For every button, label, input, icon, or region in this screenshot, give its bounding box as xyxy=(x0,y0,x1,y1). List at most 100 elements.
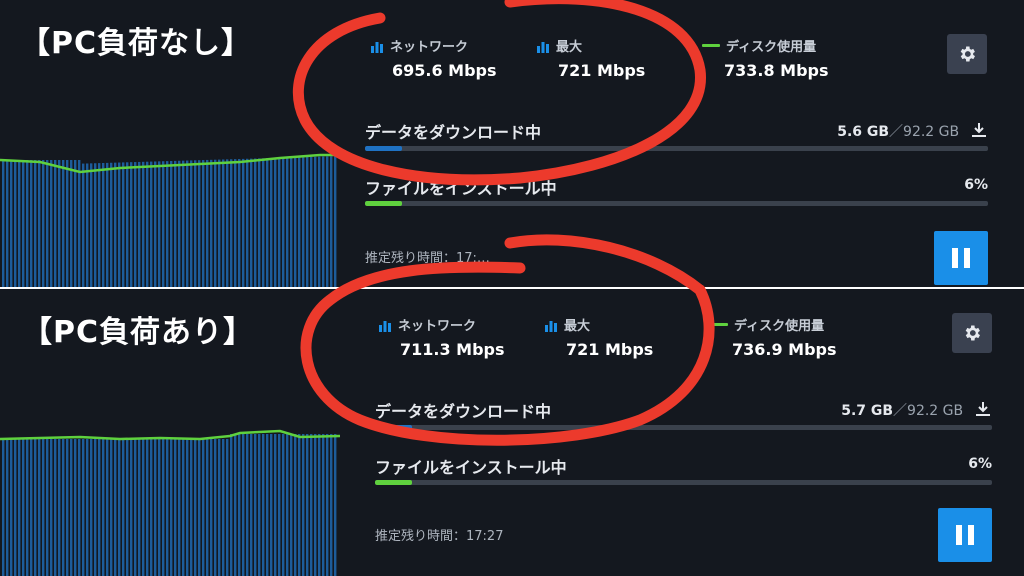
graph-bar xyxy=(58,439,61,576)
graph-bar xyxy=(310,156,313,287)
graph-bar xyxy=(334,156,337,287)
graph-bar xyxy=(122,439,125,576)
graph-bar xyxy=(98,439,101,576)
graph-bar xyxy=(186,160,189,287)
peak-stat: 最大 721 Mbps xyxy=(544,315,653,359)
network-value: 711.3 Mbps xyxy=(400,340,505,359)
graph-bar xyxy=(322,434,325,576)
graph-bar xyxy=(246,434,249,576)
download-progress xyxy=(365,146,988,151)
graph-bar xyxy=(58,160,61,287)
graph-bar xyxy=(142,439,145,576)
graph-bar xyxy=(14,439,17,576)
graph-bar xyxy=(238,159,241,287)
install-percent: 6% xyxy=(964,177,988,193)
graph-bar xyxy=(258,158,261,287)
graph-bar xyxy=(86,439,89,576)
graph-bar xyxy=(266,434,269,576)
graph-bar xyxy=(190,439,193,576)
network-label: ネットワーク xyxy=(390,40,469,55)
settings-button[interactable] xyxy=(947,34,987,74)
download-current: 5.6 GB xyxy=(837,124,890,140)
graph-bar xyxy=(166,439,169,576)
graph-bar xyxy=(38,439,41,576)
graph-bar xyxy=(234,159,237,287)
graph-bar xyxy=(174,439,177,576)
gear-icon xyxy=(960,46,975,62)
graph-bar xyxy=(278,434,281,576)
graph-bar xyxy=(78,439,81,576)
bar-chart-icon xyxy=(545,320,557,332)
graph-bar xyxy=(178,439,181,576)
graph-bar xyxy=(286,434,289,576)
gear-icon xyxy=(965,325,980,341)
graph-bar xyxy=(234,434,237,576)
graph-bar xyxy=(70,160,73,287)
graph-bar xyxy=(326,156,329,287)
eta-text: 推定残り時間：17:… xyxy=(365,251,490,266)
download-panel-no-load: 【PC負荷なし】 ネットワーク 695.6 Mbps 最大 721 Mbps デ… xyxy=(0,0,1024,287)
graph-bar xyxy=(126,439,129,576)
graph-bar xyxy=(238,434,241,576)
network-label: ネットワーク xyxy=(398,319,477,334)
download-size: 5.7 GB／92.2 GB xyxy=(841,400,992,420)
graph-bar xyxy=(74,439,77,576)
graph-bar xyxy=(38,160,41,287)
graph-bar xyxy=(102,439,105,576)
bar-chart-icon xyxy=(537,41,549,53)
graph-bar xyxy=(86,163,89,287)
graph-bar xyxy=(318,156,321,287)
install-progress xyxy=(365,201,988,206)
graph-bar xyxy=(250,158,253,287)
graph-bar xyxy=(322,156,325,287)
graph-bar xyxy=(154,161,157,287)
graph-bar xyxy=(122,162,125,287)
graph-bar xyxy=(138,439,141,576)
graph-bar xyxy=(246,158,249,287)
graph-bar xyxy=(310,434,313,576)
graph-bar xyxy=(242,158,245,287)
graph-bar xyxy=(62,160,65,287)
graph-bar xyxy=(150,161,153,287)
graph-bar xyxy=(18,160,21,287)
peak-label: 最大 xyxy=(556,40,583,55)
graph-bar xyxy=(174,160,177,287)
graph-bar xyxy=(226,439,229,576)
graph-bar xyxy=(198,439,201,576)
graph-bar xyxy=(110,162,113,287)
graph-bar xyxy=(22,439,25,576)
graph-bar xyxy=(154,439,157,576)
disk-value: 736.9 Mbps xyxy=(732,340,837,359)
graph-bar xyxy=(218,159,221,287)
overlay-label-with-load: 【PC負荷あり】 xyxy=(22,315,255,350)
settings-button[interactable] xyxy=(952,313,992,353)
graph-bar xyxy=(294,434,297,576)
graph-bar xyxy=(42,439,45,576)
install-progress xyxy=(375,480,992,485)
download-total: ／92.2 GB xyxy=(889,124,960,140)
disk-stat: ディスク使用量 736.9 Mbps xyxy=(710,315,837,359)
graph-bar xyxy=(210,439,213,576)
graph-bar xyxy=(74,160,77,287)
pause-button[interactable] xyxy=(934,231,988,285)
graph-bar xyxy=(198,160,201,287)
graph-bar xyxy=(334,434,337,576)
graph-bar xyxy=(202,160,205,287)
graph-bar xyxy=(222,439,225,576)
download-icon xyxy=(972,123,986,137)
graph-bar xyxy=(186,439,189,576)
graph-bar xyxy=(170,439,173,576)
graph-bar xyxy=(82,439,85,576)
graph-bar xyxy=(26,439,29,576)
pause-button[interactable] xyxy=(938,508,992,562)
download-total: ／92.2 GB xyxy=(893,403,964,419)
graph-bar xyxy=(94,439,97,576)
graph-bar xyxy=(182,160,185,287)
graph-bar xyxy=(22,160,25,287)
graph-bar xyxy=(270,434,273,576)
graph-bar xyxy=(330,156,333,287)
graph-bar xyxy=(6,439,9,576)
graph-bar xyxy=(226,159,229,287)
graph-bar xyxy=(10,439,13,576)
graph-bar xyxy=(30,160,33,287)
